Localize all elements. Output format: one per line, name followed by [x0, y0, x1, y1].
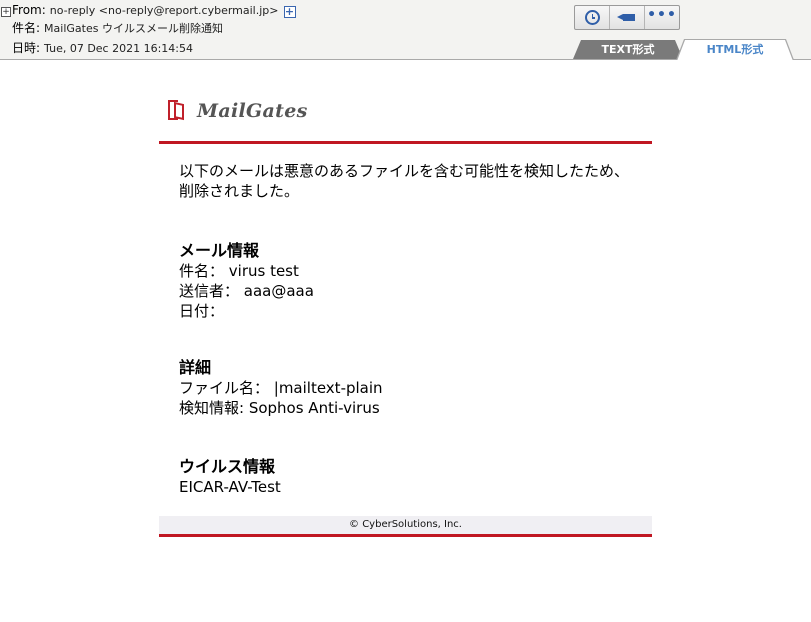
top-divider [159, 141, 652, 144]
expand-icon[interactable]: + [1, 7, 11, 17]
detail-filename: ファイル名： |mailtext-plain [179, 379, 383, 397]
mailgates-logo: MailGates [168, 100, 308, 122]
subject-row: 件名: MailGates ウイルスメール削除通知 [12, 21, 223, 36]
date-value: Tue, 07 Dec 2021 16:14:54 [44, 42, 193, 55]
date-label: 日時: [12, 41, 41, 55]
more-icon: ••• [647, 6, 677, 23]
date-row: 日時: Tue, 07 Dec 2021 16:14:54 [12, 41, 193, 56]
intro-text: 以下のメールは悪意のあるファイルを含む可能性を検知したため、削除されました。 [179, 162, 630, 200]
detail-title: 詳細 [179, 358, 212, 377]
virus-info-title: ウイルス情報 [179, 457, 276, 476]
mail-info-subject: 件名： virus test [179, 262, 299, 280]
mail-info-sender: 送信者： aaa@aaa [179, 282, 314, 300]
virus-info-section: ウイルス情報 EICAR-AV-Test [179, 457, 281, 497]
clock-icon [584, 10, 600, 25]
more-button[interactable]: ••• [645, 6, 679, 29]
tag-icon [617, 14, 635, 21]
mail-info-title: メール情報 [179, 241, 260, 260]
mail-footer: © CyberSolutions, Inc. [159, 516, 652, 534]
subject-label: 件名: [12, 21, 41, 35]
from-value[interactable]: no-reply <no-reply@report.cybermail.jp> [50, 4, 279, 17]
mail-info-section: メール情報 件名： virus test 送信者： aaa@aaa 日付： [179, 241, 314, 321]
logo-text: MailGates [197, 100, 308, 122]
header-toolbar: ••• [574, 5, 680, 30]
tag-button[interactable] [610, 6, 645, 29]
reminder-button[interactable] [575, 6, 610, 29]
message-header: + From: no-reply <no-reply@report.cybermai… [0, 0, 811, 61]
subject-value: MailGates ウイルスメール削除通知 [44, 22, 223, 35]
tab-html-format[interactable]: HTML形式 [677, 40, 793, 61]
tab-text-format[interactable]: TEXT形式 [573, 40, 683, 59]
from-row: + From: no-reply <no-reply@report.cybermai… [0, 3, 296, 18]
from-label: From: [12, 3, 46, 17]
mail-info-date: 日付： [179, 302, 225, 320]
mail-content: 以下のメールは悪意のあるファイルを含む可能性を検知したため、削除されました。 メ… [179, 161, 639, 496]
virus-name: EICAR-AV-Test [179, 478, 281, 496]
bottom-divider [159, 534, 652, 537]
detail-detection: 検知情報: Sophos Anti-virus [179, 399, 380, 417]
detail-section: 詳細 ファイル名： |mailtext-plain 検知情報: Sophos A… [179, 358, 383, 418]
add-contact-icon[interactable]: + [283, 6, 296, 18]
mailgates-logo-icon [168, 100, 186, 122]
